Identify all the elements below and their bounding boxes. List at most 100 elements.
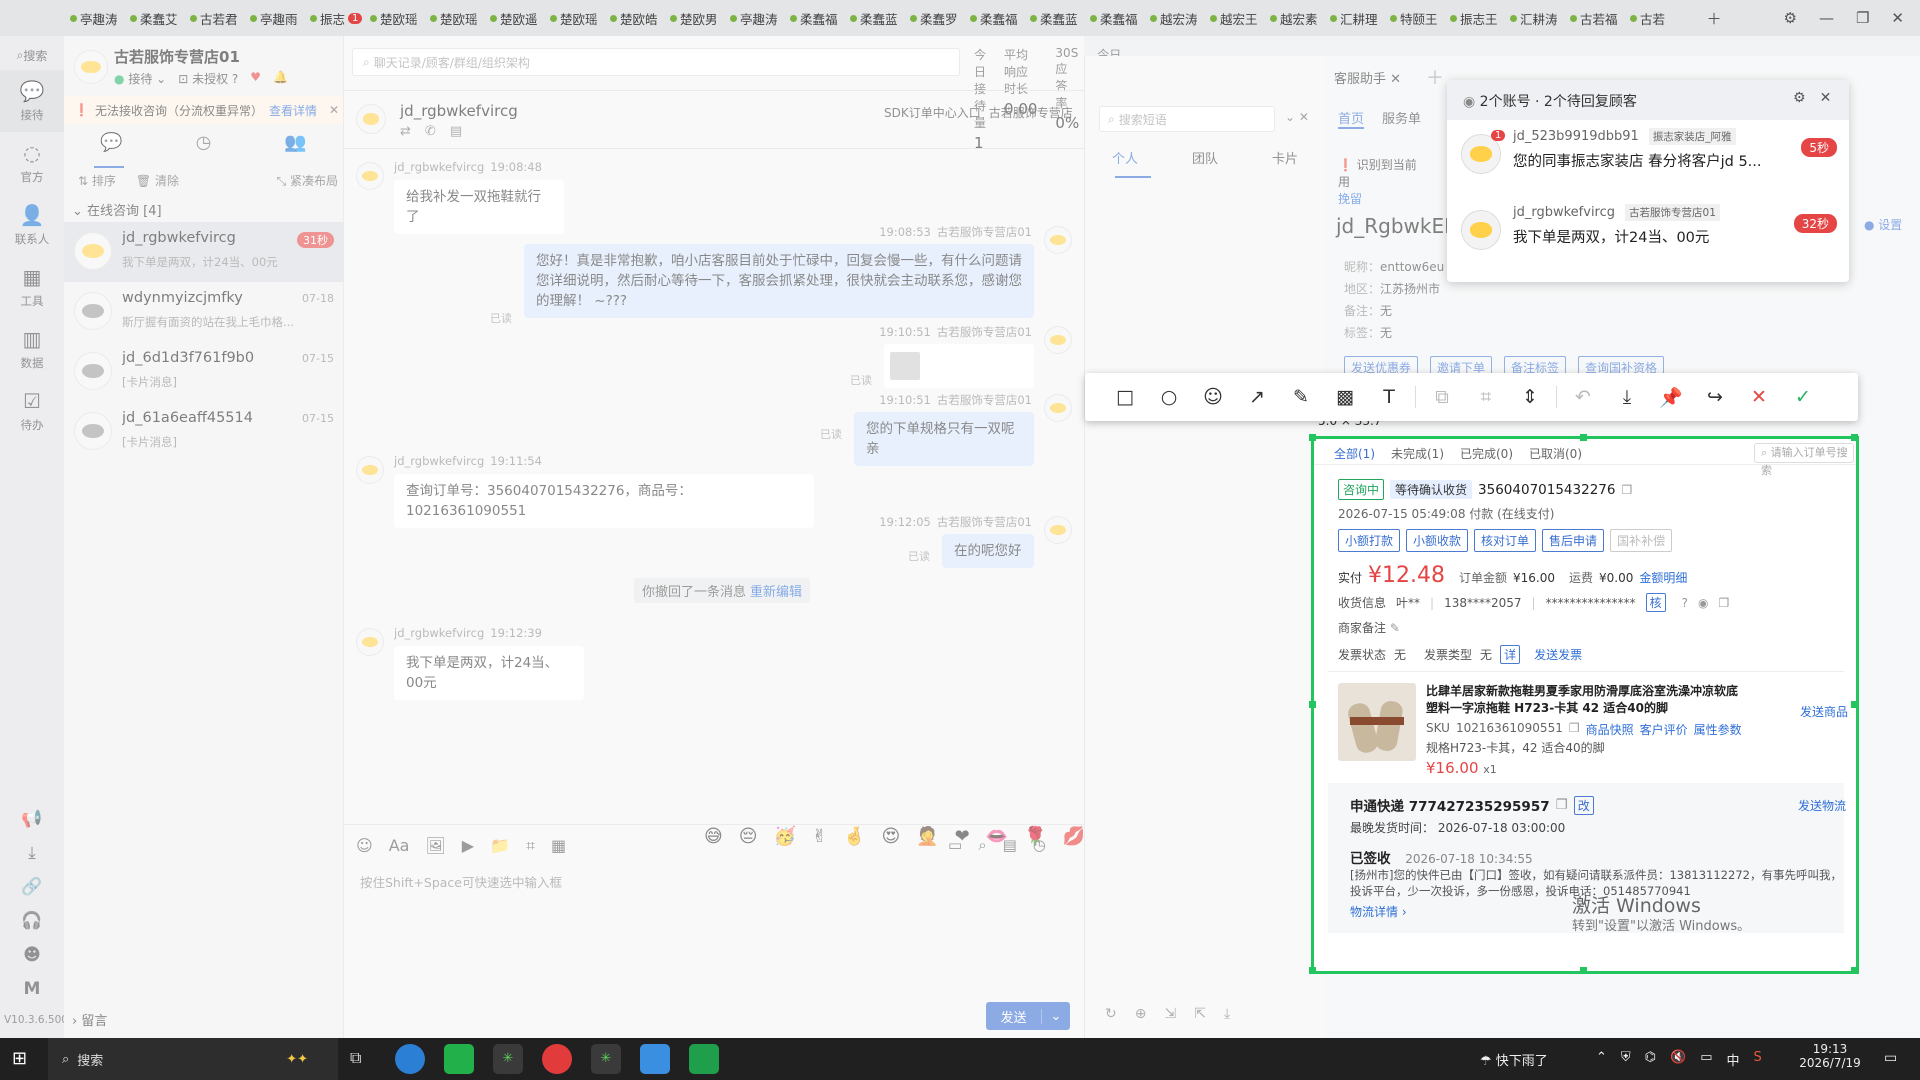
add-tab-icon[interactable]: ＋ [1707,8,1722,29]
capture-region[interactable]: 全部(1) 未完成(1) 已完成(0) 已取消(0) ⌕ 请输入订单号搜索 咨询中 等… [1309,434,1859,974]
top-tab[interactable]: 楚欧男 [666,0,726,36]
close-icon[interactable]: ✕ [1891,9,1904,27]
order-action-button[interactable]: 小额收款 [1406,529,1469,552]
top-tab[interactable]: 柔蠢福 [1086,0,1146,36]
save-icon[interactable]: ⤓ [1605,373,1649,421]
notification-center-icon[interactable]: ▭ [1884,1050,1897,1066]
weather[interactable]: ☂ 快下雨了 [1480,1050,1548,1069]
send-product-link[interactable]: 发送商品 [1800,705,1848,719]
order-filter-tab[interactable]: 已取消(0) [1529,445,1582,462]
product-link[interactable]: 商品快照 [1586,721,1634,738]
emoji-sticker-icon[interactable]: ☺ [1191,373,1235,421]
top-tab[interactable]: 振志 1 [306,0,366,36]
top-tab[interactable]: 亭趣涛 [66,0,126,36]
volume-icon[interactable]: 🔇 [1670,1050,1686,1069]
task-view-icon[interactable]: ⧉ [350,1048,361,1068]
app-star-icon[interactable]: ✳ [493,1044,523,1074]
display-icon[interactable]: ▭ [1700,1050,1712,1069]
top-tab[interactable]: 古若 [1626,0,1686,36]
top-tab[interactable]: 楚欧遥 [486,0,546,36]
product-title[interactable]: 比肆羊居家新款拖鞋男夏季家用防滑厚底浴室洗澡冲凉软底塑料一字凉拖鞋 H723-卡… [1426,683,1746,717]
top-tab[interactable]: 汇耕理 [1326,0,1386,36]
top-tab[interactable]: 楚欧瑶 [366,0,426,36]
verify-button[interactable]: 核 [1645,593,1666,612]
top-tab[interactable]: 楚欧瑶 [426,0,486,36]
sogou-icon[interactable]: S [1754,1050,1762,1069]
top-tab[interactable]: 亭趣涛 [726,0,786,36]
copy-address-icon[interactable]: ❐ [1718,596,1729,610]
top-tab[interactable]: 特颐王 [1386,0,1446,36]
copy-order-icon[interactable]: ❐ [1621,483,1632,497]
top-tab[interactable]: 柔蠢蓝 [846,0,906,36]
windows-start-icon[interactable]: ⊞ [12,1048,27,1069]
order-filter-tab[interactable]: 全部(1) [1334,445,1375,462]
top-tab[interactable]: 楚欧皓 [606,0,666,36]
order-filter-tab[interactable]: 未完成(1) [1391,445,1444,462]
top-tab[interactable]: 柔蠢福 [966,0,1026,36]
order-action-button[interactable]: 小额打款 [1338,529,1401,552]
edit-note-icon[interactable]: ✎ [1390,621,1400,635]
logistics-detail-link[interactable]: 物流详情 [1350,905,1398,919]
top-tab[interactable]: 柔蠢艾 [126,0,186,36]
top-tab[interactable]: 越宏涛 [1146,0,1206,36]
amount-detail-link[interactable]: 金额明细 [1639,569,1687,586]
security-icon[interactable]: ⛨ [1621,1050,1631,1069]
app-green-icon[interactable] [689,1044,719,1074]
edit-shipping-tag[interactable]: 改 [1573,795,1594,815]
mosaic-icon[interactable]: ▩ [1323,373,1367,421]
rectangle-icon[interactable]: □ [1103,373,1147,421]
order-action-button[interactable]: 售后申请 [1542,529,1605,552]
notif-message[interactable]: 我下单是两双，计24当、00元 [1513,226,1783,247]
app-star2-icon[interactable]: ✳ [591,1044,621,1074]
ellipse-icon[interactable]: ○ [1147,373,1191,421]
pin-icon[interactable]: 📌 [1649,373,1693,421]
ime-indicator[interactable]: 中 [1727,1050,1740,1069]
product-link[interactable]: 属性参数 [1694,721,1742,738]
top-tab[interactable]: 柔蠢蓝 [1026,0,1086,36]
top-tab[interactable]: 柔蠢福 [786,0,846,36]
share-icon[interactable]: ↪ [1693,373,1737,421]
top-tab[interactable]: 亭趣雨 [246,0,306,36]
confirm-capture-icon[interactable]: ✓ [1781,373,1825,421]
notif-message[interactable]: 您的同事振志家装店 春分将客户jd 5... [1513,150,1783,171]
copy-sku-icon[interactable]: ❐ [1569,721,1580,738]
top-tab[interactable]: 越宏王 [1206,0,1266,36]
order-filter-tab[interactable]: 已完成(0) [1460,445,1513,462]
edge-icon[interactable] [395,1044,425,1074]
notif-settings-icon[interactable]: ⚙ [1793,90,1806,106]
order-action-button[interactable]: 核对订单 [1474,529,1537,552]
notif-close-icon[interactable]: ✕ [1820,90,1832,106]
minimize-icon[interactable]: — [1819,9,1834,27]
top-tab[interactable]: 柔蠢罗 [906,0,966,36]
restore-icon[interactable]: ❐ [1856,9,1869,27]
signed-status: 已签收 [1350,851,1391,867]
arrow-icon[interactable]: ↗ [1235,373,1279,421]
app-blue-icon[interactable] [640,1044,670,1074]
long-capture-icon[interactable]: ⇕ [1508,373,1552,421]
top-tab[interactable]: 楚欧瑶 [546,0,606,36]
settings-icon[interactable]: ⚙ [1784,9,1797,27]
order-search-input[interactable]: ⌕ 请输入订单号搜索 [1754,443,1854,477]
network-icon[interactable]: ⌬ [1645,1050,1656,1069]
app-red-icon[interactable] [542,1044,572,1074]
top-tab[interactable]: 越宏素 [1266,0,1326,36]
send-logistics-link[interactable]: 发送物流 [1798,799,1846,813]
copy-tracking-icon[interactable]: ❐ [1556,797,1568,813]
clock[interactable]: 19:13 2026/7/19 [1790,1042,1870,1070]
send-invoice-link[interactable]: 发送发票 [1534,646,1582,663]
cancel-capture-icon[interactable]: ✕ [1737,373,1781,421]
text-icon[interactable]: T [1367,373,1411,421]
pen-icon[interactable]: ✎ [1279,373,1323,421]
tray-expand-icon[interactable]: ⌃ [1596,1050,1607,1069]
top-tab[interactable]: 古若君 [186,0,246,36]
wechat-icon[interactable] [444,1044,474,1074]
product-link[interactable]: 客户评价 [1640,721,1688,738]
taskbar-search[interactable]: ⌕ 搜索 ✦✦ [48,1038,338,1080]
help-icon[interactable]: ? [1682,596,1688,610]
product-image[interactable] [1338,683,1416,761]
top-tab[interactable]: 古若福 [1566,0,1626,36]
top-tab[interactable]: 汇耕涛 [1506,0,1566,36]
top-tab[interactable]: 振志王 [1446,0,1506,36]
invoice-detail-tag[interactable]: 详 [1500,645,1521,664]
eye-icon[interactable]: ◉ [1698,596,1708,610]
